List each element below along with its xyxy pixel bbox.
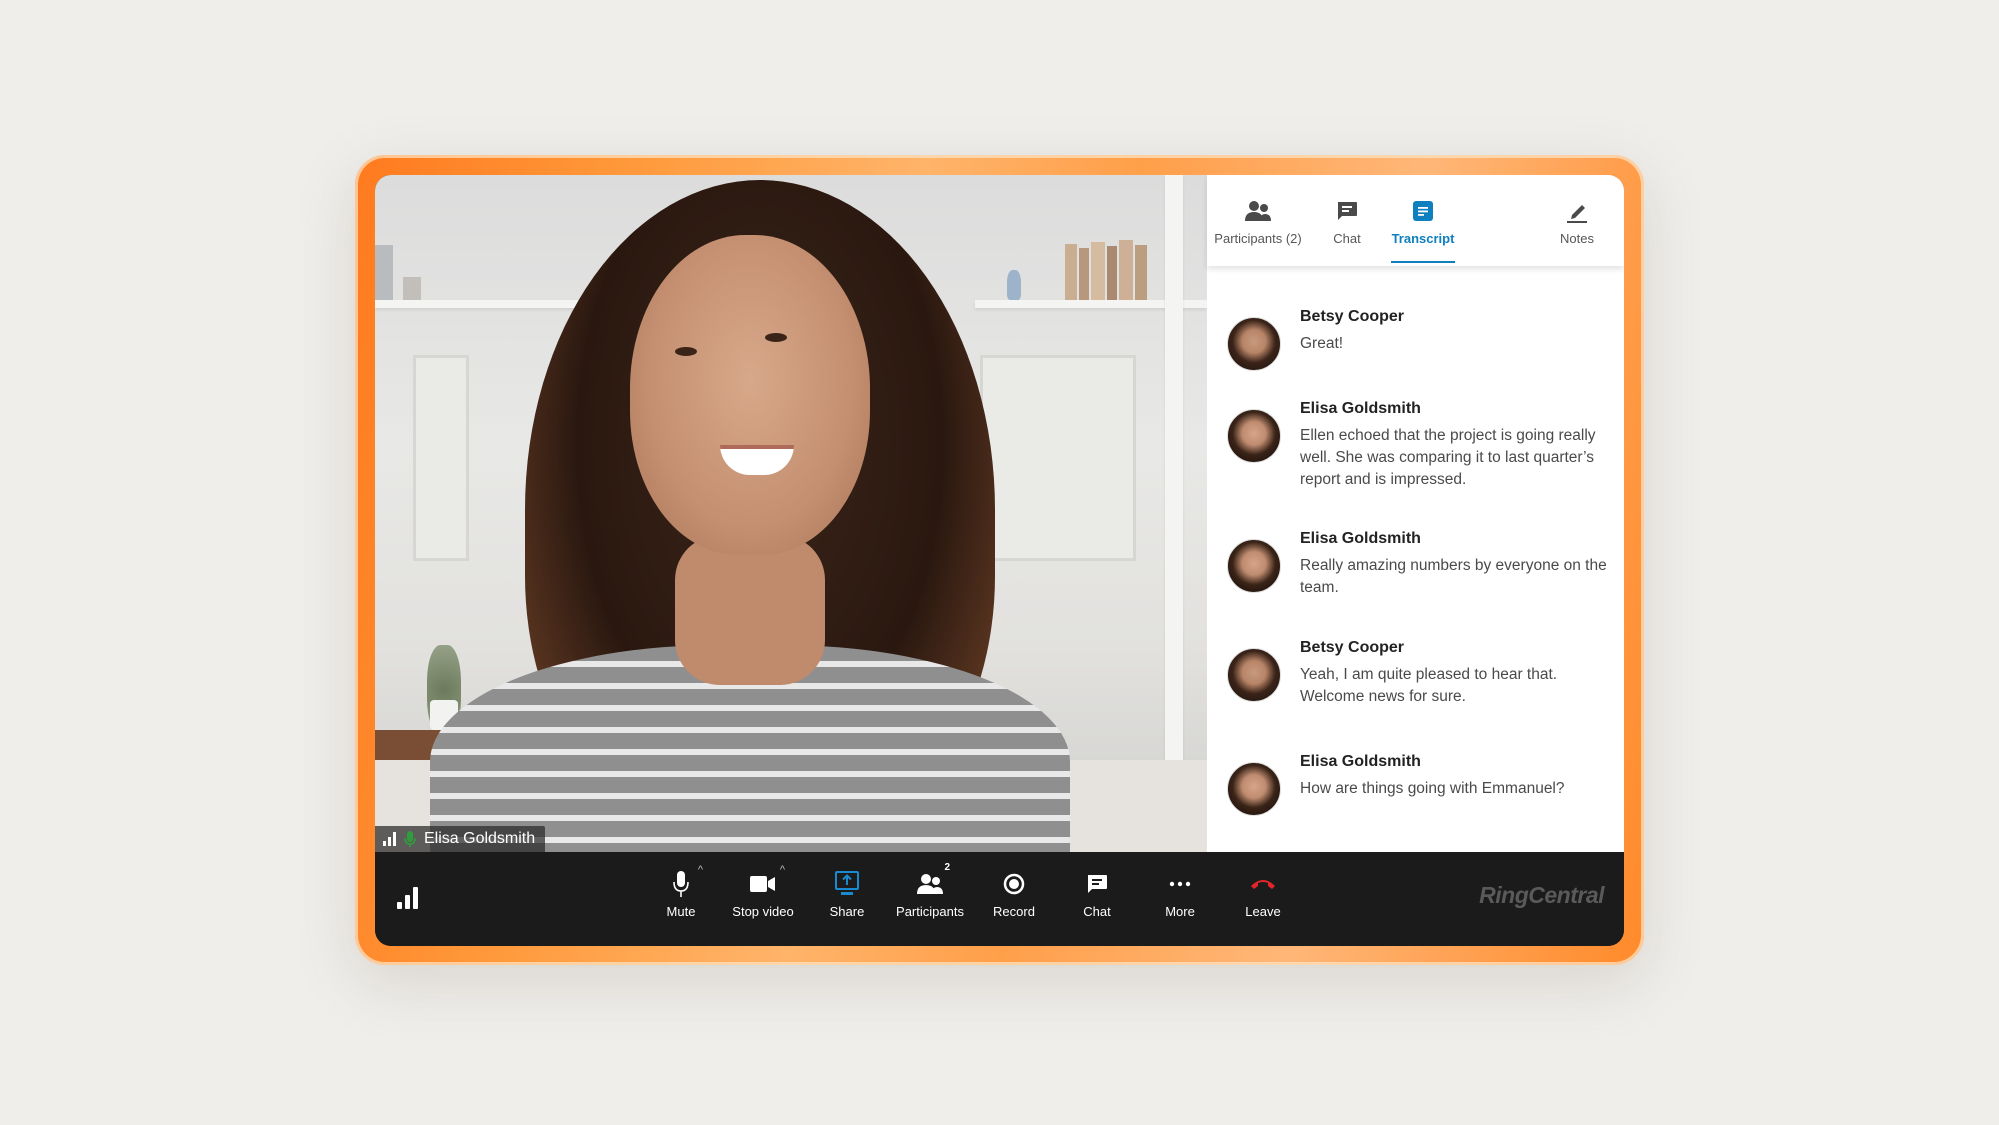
share-button[interactable]: Share bbox=[807, 862, 887, 932]
meeting-toolbar: ^ Mute ^ Stop video Share 2 Participants… bbox=[375, 852, 1624, 946]
avatar bbox=[1227, 539, 1281, 593]
button-label: Share bbox=[829, 904, 865, 919]
person-neck bbox=[675, 535, 825, 685]
microphone-active-icon bbox=[404, 831, 416, 847]
participant-count-badge: 2 bbox=[944, 862, 950, 873]
signal-bars-icon bbox=[383, 832, 396, 846]
books bbox=[1065, 240, 1165, 300]
transcript-text: Great! bbox=[1300, 335, 1344, 352]
leave-button[interactable]: Leave bbox=[1223, 862, 1303, 932]
avatar bbox=[1227, 409, 1281, 463]
hang-up-icon bbox=[1245, 870, 1281, 898]
speaker-name: Betsy Cooper bbox=[1300, 308, 1405, 325]
transcript-text: Really amazing numbers by everyone on th… bbox=[1300, 557, 1607, 596]
tab-participants[interactable]: Participants (2) bbox=[1214, 175, 1302, 266]
tab-label: Participants (2) bbox=[1214, 231, 1302, 246]
tab-label: Transcript bbox=[1391, 231, 1455, 246]
person-eye bbox=[765, 333, 787, 342]
button-label: More bbox=[1165, 904, 1195, 919]
button-label: Chat bbox=[1083, 904, 1111, 919]
more-dots-icon bbox=[1162, 870, 1198, 898]
tab-label: Chat bbox=[1333, 231, 1361, 246]
side-panel: Participants (2) Chat Transcript Notes B… bbox=[1207, 175, 1624, 852]
ringcentral-logo: RingCentral bbox=[1479, 882, 1604, 908]
wall-panel bbox=[413, 355, 469, 561]
options-caret-icon[interactable]: ^ bbox=[698, 864, 703, 876]
pencil-icon bbox=[1564, 199, 1590, 223]
share-screen-icon bbox=[829, 870, 865, 898]
tab-transcript[interactable]: Transcript bbox=[1391, 175, 1455, 266]
chat-bubble-icon bbox=[1079, 870, 1115, 898]
participant-name-tag: Elisa Goldsmith bbox=[375, 826, 546, 852]
speaker-name: Betsy Cooper bbox=[1300, 639, 1405, 656]
speaker-name: Elisa Goldsmith bbox=[1300, 753, 1421, 770]
tab-label: Notes bbox=[1560, 231, 1594, 246]
more-button[interactable]: More bbox=[1140, 862, 1220, 932]
stop-video-button[interactable]: ^ Stop video bbox=[723, 862, 803, 932]
participants-icon bbox=[1245, 199, 1271, 223]
avatar bbox=[1227, 762, 1281, 816]
button-label: Record bbox=[993, 904, 1035, 919]
button-label: Leave bbox=[1245, 904, 1281, 919]
speaker-name: Elisa Goldsmith bbox=[1300, 530, 1421, 547]
mute-button[interactable]: ^ Mute bbox=[641, 862, 721, 932]
connection-quality-icon[interactable] bbox=[397, 887, 418, 909]
tab-notes[interactable]: Notes bbox=[1552, 175, 1602, 266]
side-panel-tabs: Participants (2) Chat Transcript Notes bbox=[1207, 175, 1624, 266]
speaker-name: Elisa Goldsmith bbox=[1300, 400, 1421, 417]
meeting-window: Elisa Goldsmith Participants (2) Chat Tr… bbox=[375, 175, 1624, 946]
options-caret-icon[interactable]: ^ bbox=[780, 864, 785, 876]
transcript-text: Ellen echoed that the project is going r… bbox=[1300, 427, 1596, 488]
active-tab-indicator bbox=[1391, 261, 1455, 263]
record-icon bbox=[996, 870, 1032, 898]
tab-chat[interactable]: Chat bbox=[1317, 175, 1377, 266]
jar bbox=[375, 245, 393, 300]
avatar bbox=[1227, 317, 1281, 371]
video-camera-icon: ^ bbox=[745, 864, 785, 898]
chat-button[interactable]: Chat bbox=[1057, 862, 1137, 932]
microphone-icon: ^ bbox=[663, 864, 703, 898]
video-feed[interactable]: Elisa Goldsmith bbox=[375, 175, 1207, 852]
participants-button[interactable]: 2 Participants bbox=[890, 862, 970, 932]
shelf-post bbox=[1165, 175, 1183, 852]
transcript-text: How are things going with Emmanuel? bbox=[1300, 780, 1565, 797]
chat-bubble-icon bbox=[1334, 199, 1360, 223]
wall-panel bbox=[980, 355, 1136, 561]
person-face bbox=[630, 235, 870, 555]
record-button[interactable]: Record bbox=[974, 862, 1054, 932]
vase bbox=[1007, 270, 1021, 300]
transcript-text: Yeah, I am quite pleased to hear that. W… bbox=[1300, 666, 1558, 705]
transcript-icon bbox=[1410, 199, 1436, 223]
avatar bbox=[1227, 648, 1281, 702]
participant-name: Elisa Goldsmith bbox=[424, 830, 536, 847]
button-label: Mute bbox=[666, 904, 696, 919]
participants-icon: 2 bbox=[912, 862, 950, 898]
button-label: Participants bbox=[896, 904, 964, 919]
person-eye bbox=[675, 347, 697, 356]
button-label: Stop video bbox=[732, 904, 794, 919]
cup bbox=[403, 277, 421, 300]
